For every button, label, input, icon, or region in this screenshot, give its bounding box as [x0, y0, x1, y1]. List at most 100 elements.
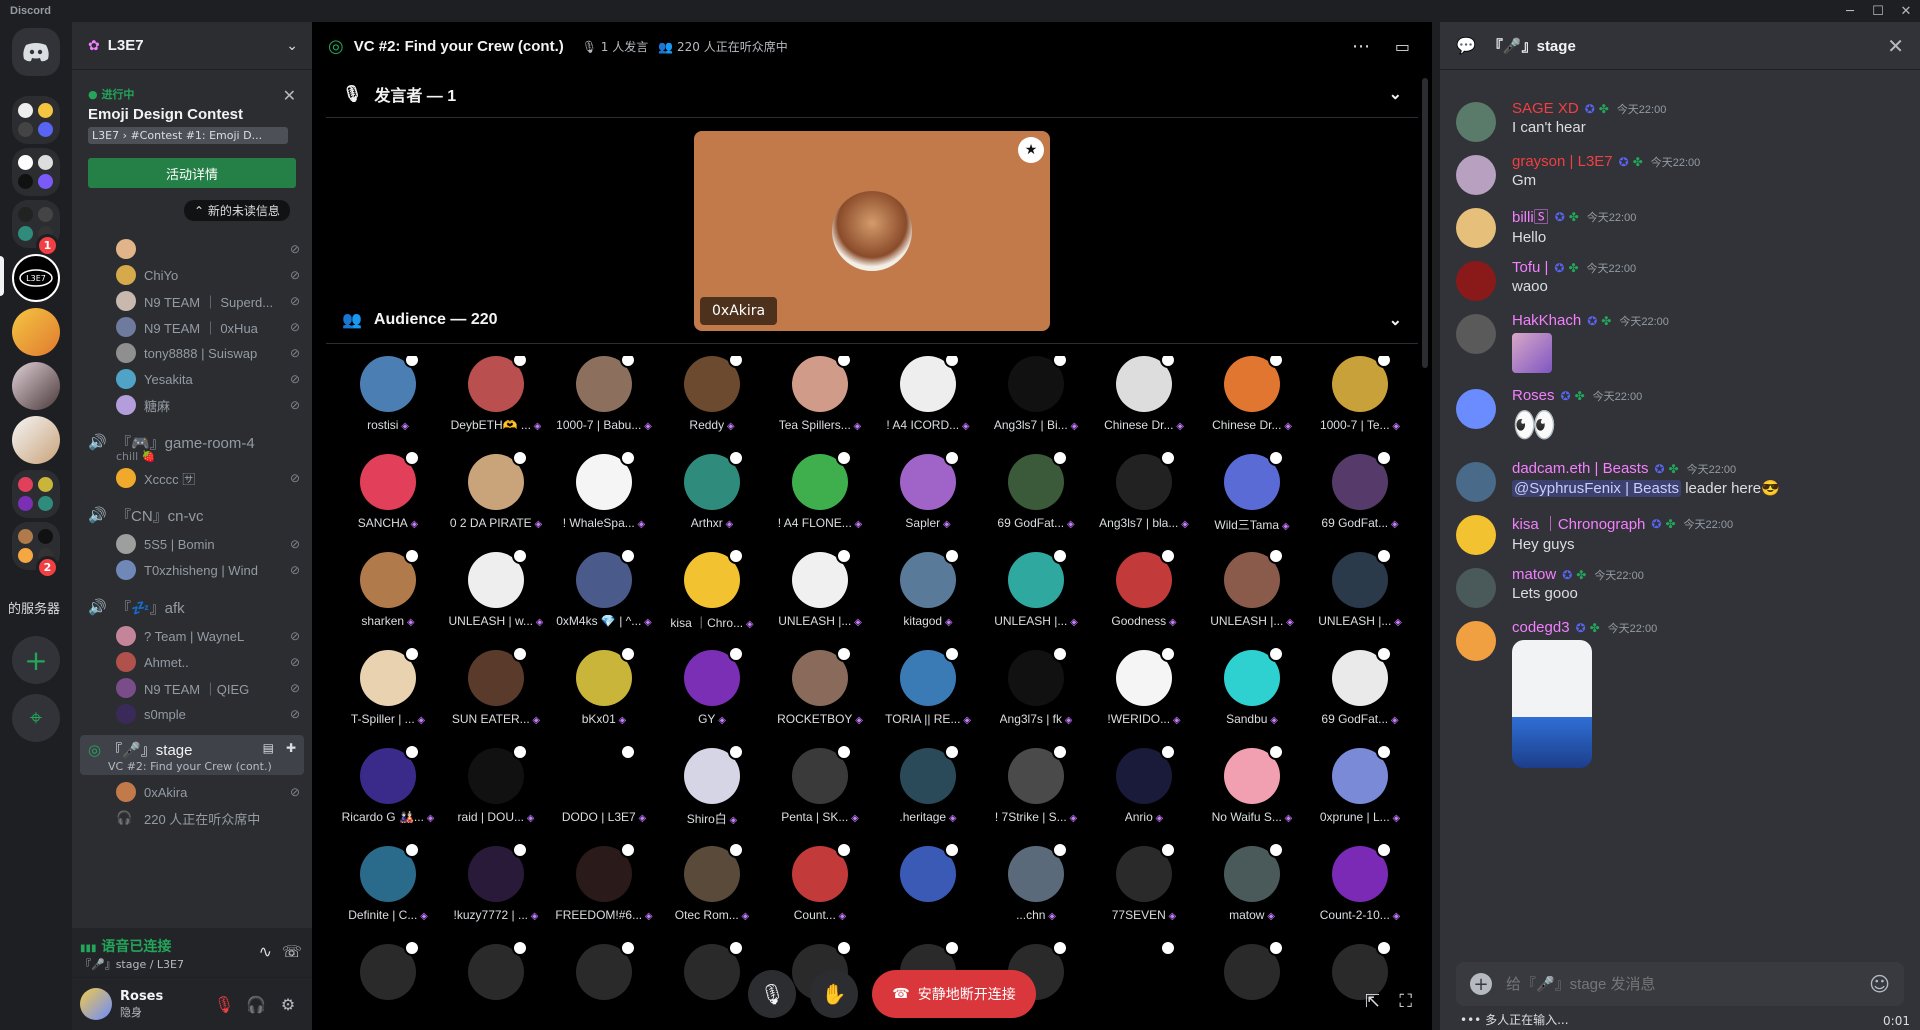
- audience-member[interactable]: SANCHA: [334, 450, 442, 552]
- minimize-button[interactable]: ─: [1836, 0, 1864, 22]
- avatar[interactable]: [80, 988, 112, 1020]
- user-mention[interactable]: @SyphrusFenix | Beasts: [1512, 480, 1682, 497]
- audience-member[interactable]: 69 GodFat...: [982, 450, 1090, 552]
- voice-user[interactable]: ChiYo ⊘: [72, 262, 312, 288]
- audience-member[interactable]: kisa ｜Chro...: [658, 548, 766, 650]
- server-avatar-3[interactable]: [12, 416, 60, 464]
- voice-user[interactable]: T0xzhisheng | Wind ⊘: [72, 557, 312, 583]
- audience-member[interactable]: UNLEASH |...: [1306, 548, 1408, 650]
- chat-message[interactable]: billi🅂 ✪ ✤ 今天22:00 Hello: [1456, 206, 1896, 248]
- audience-member[interactable]: SUN EATER...: [442, 646, 550, 748]
- audience-member[interactable]: 1000-7 | Te...: [1306, 356, 1408, 454]
- audience-member[interactable]: T-Spiller | ...: [334, 646, 442, 748]
- audience-member[interactable]: Arthxr: [658, 450, 766, 552]
- audience-member[interactable]: Ang3ls7 | bla...: [1090, 450, 1198, 552]
- audience-member[interactable]: GY: [658, 646, 766, 748]
- voice-user[interactable]: 0xAkira ⊘: [72, 779, 312, 805]
- chat-message[interactable]: codegd3 ✪ ✤ 今天22:00: [1456, 619, 1896, 768]
- gear-icon[interactable]: ⚙: [272, 995, 304, 1014]
- chat-message[interactable]: kisa ｜Chronograph ✪ ✤ 今天22:00 Hey guys: [1456, 513, 1896, 555]
- chat-message[interactable]: SAGE XD ✪ ✤ 今天22:00 I can't hear: [1456, 100, 1896, 142]
- audience-member[interactable]: rostisi: [334, 356, 442, 454]
- audience-member[interactable]: 77SEVEN: [1090, 842, 1198, 944]
- audience-member[interactable]: 0 2 DA PIRATE: [442, 450, 550, 552]
- audience-member[interactable]: Chinese Dr...: [1198, 356, 1306, 454]
- avatar[interactable]: [1456, 621, 1496, 661]
- more-options-icon[interactable]: ⋯: [1352, 36, 1370, 57]
- attach-plus-icon[interactable]: +: [1470, 973, 1492, 995]
- avatar[interactable]: [1456, 102, 1496, 142]
- audience-member[interactable]: [874, 842, 982, 944]
- message-author[interactable]: dadcam.eth | Beasts: [1512, 460, 1648, 477]
- audience-member[interactable]: No Waifu S...: [1198, 744, 1306, 846]
- chat-message[interactable]: dadcam.eth | Beasts ✪ ✤ 今天22:00 @SyphrusFeni…: [1456, 460, 1896, 502]
- chat-message[interactable]: grayson | L3E7 ✪ ✤ 今天22:00 Gm: [1456, 153, 1896, 195]
- audience-member[interactable]: Ricardo G 🎎...: [334, 744, 442, 846]
- audience-member[interactable]: kitagod: [874, 548, 982, 650]
- voice-user[interactable]: N9 TEAM ｜QIEG ⊘: [72, 675, 312, 701]
- chat-message[interactable]: matow ✪ ✤ 今天22:00 Lets gooo: [1456, 566, 1896, 608]
- mute-mic-icon[interactable]: 🎙: [208, 995, 240, 1014]
- avatar[interactable]: [1456, 314, 1496, 354]
- noise-suppression-icon[interactable]: ∿: [259, 942, 272, 961]
- message-author[interactable]: matow: [1512, 566, 1556, 583]
- message-author[interactable]: HakKhach: [1512, 312, 1581, 329]
- stage-scrollbar[interactable]: [1422, 78, 1428, 368]
- server-folder-1[interactable]: [12, 96, 60, 144]
- audience-member[interactable]: Sandbu: [1198, 646, 1306, 748]
- add-member-icon[interactable]: ✚: [286, 741, 296, 755]
- avatar[interactable]: [1456, 568, 1496, 608]
- voice-user[interactable]: 糖麻 ⊘: [72, 392, 312, 418]
- discord-home-button[interactable]: [12, 28, 60, 76]
- audience-member[interactable]: UNLEASH |...: [1198, 548, 1306, 650]
- disconnect-icon[interactable]: ☏: [282, 942, 302, 961]
- avatar[interactable]: [1456, 515, 1496, 555]
- audience-member[interactable]: DeybETH🫶 ...: [442, 356, 550, 454]
- audience-member[interactable]: UNLEASH | w...: [442, 548, 550, 650]
- audience-member[interactable]: ! A4 FLONE...: [766, 450, 874, 552]
- audience-member[interactable]: Goodness: [1090, 548, 1198, 650]
- message-author[interactable]: Tofu |: [1512, 259, 1548, 276]
- audience-member[interactable]: 69 GodFat...: [1306, 450, 1408, 552]
- avatar[interactable]: [1456, 462, 1496, 502]
- audience-member[interactable]: ...chn: [982, 842, 1090, 944]
- server-folder-4[interactable]: [12, 470, 60, 518]
- server-l3e7[interactable]: L3E7: [12, 254, 60, 302]
- close-window-button[interactable]: ✕: [1892, 0, 1920, 22]
- speakers-section-header[interactable]: 🎙 发言者 — 1 ⌄: [326, 70, 1418, 118]
- event-details-button[interactable]: 活动详情: [88, 158, 296, 188]
- message-author[interactable]: kisa ｜Chronograph: [1512, 513, 1645, 534]
- voice-user[interactable]: Yesakita ⊘: [72, 366, 312, 392]
- new-unread-pill[interactable]: ⌃ 新的未读信息: [184, 200, 290, 221]
- voice-user[interactable]: 5S5 | Bomin ⊘: [72, 531, 312, 557]
- audience-section-header[interactable]: 👥 Audience — 220 ⌄: [326, 296, 1418, 344]
- audience-member[interactable]: Ang3l7s | fk: [982, 646, 1090, 748]
- server-avatar-1[interactable]: [12, 308, 60, 356]
- audience-member[interactable]: sharken: [334, 548, 442, 650]
- audience-member[interactable]: raid | DOU...: [442, 744, 550, 846]
- audience-member[interactable]: bKx01: [550, 646, 658, 748]
- message-author[interactable]: codegd3: [1512, 619, 1570, 636]
- server-avatar-2[interactable]: [12, 362, 60, 410]
- audience-member[interactable]: TORIA || RE...: [874, 646, 982, 748]
- audience-member[interactable]: Sapler: [874, 450, 982, 552]
- sticker-image[interactable]: [1512, 640, 1592, 768]
- avatar[interactable]: [1456, 389, 1496, 429]
- audience-member[interactable]: Definite | C...: [334, 842, 442, 944]
- server-folder-2[interactable]: [12, 148, 60, 196]
- audience-member[interactable]: DODO | L3E7: [550, 744, 658, 846]
- message-author[interactable]: SAGE XD: [1512, 100, 1579, 117]
- explore-servers-button[interactable]: ⌖: [12, 694, 60, 742]
- audience-member[interactable]: Anrio: [1090, 744, 1198, 846]
- popout-icon[interactable]: ⇱: [1365, 991, 1380, 1012]
- audience-member[interactable]: ! A4 ICORD...: [874, 356, 982, 454]
- server-folder-label[interactable]: 的服务器: [8, 598, 68, 617]
- message-author[interactable]: billi🅂: [1512, 206, 1549, 227]
- mute-toggle-button[interactable]: 🎙: [748, 970, 797, 1018]
- audience-member[interactable]: .heritage: [874, 744, 982, 846]
- voice-user[interactable]: tony8888 | Suiswap ⊘: [72, 340, 312, 366]
- fullscreen-icon[interactable]: ⛶: [1399, 991, 1412, 1012]
- audience-member[interactable]: ! WhaleSpa...: [550, 450, 658, 552]
- chat-message[interactable]: Tofu | ✪ ✤ 今天22:00 waoo: [1456, 259, 1896, 301]
- audience-member[interactable]: Chinese Dr...: [1090, 356, 1198, 454]
